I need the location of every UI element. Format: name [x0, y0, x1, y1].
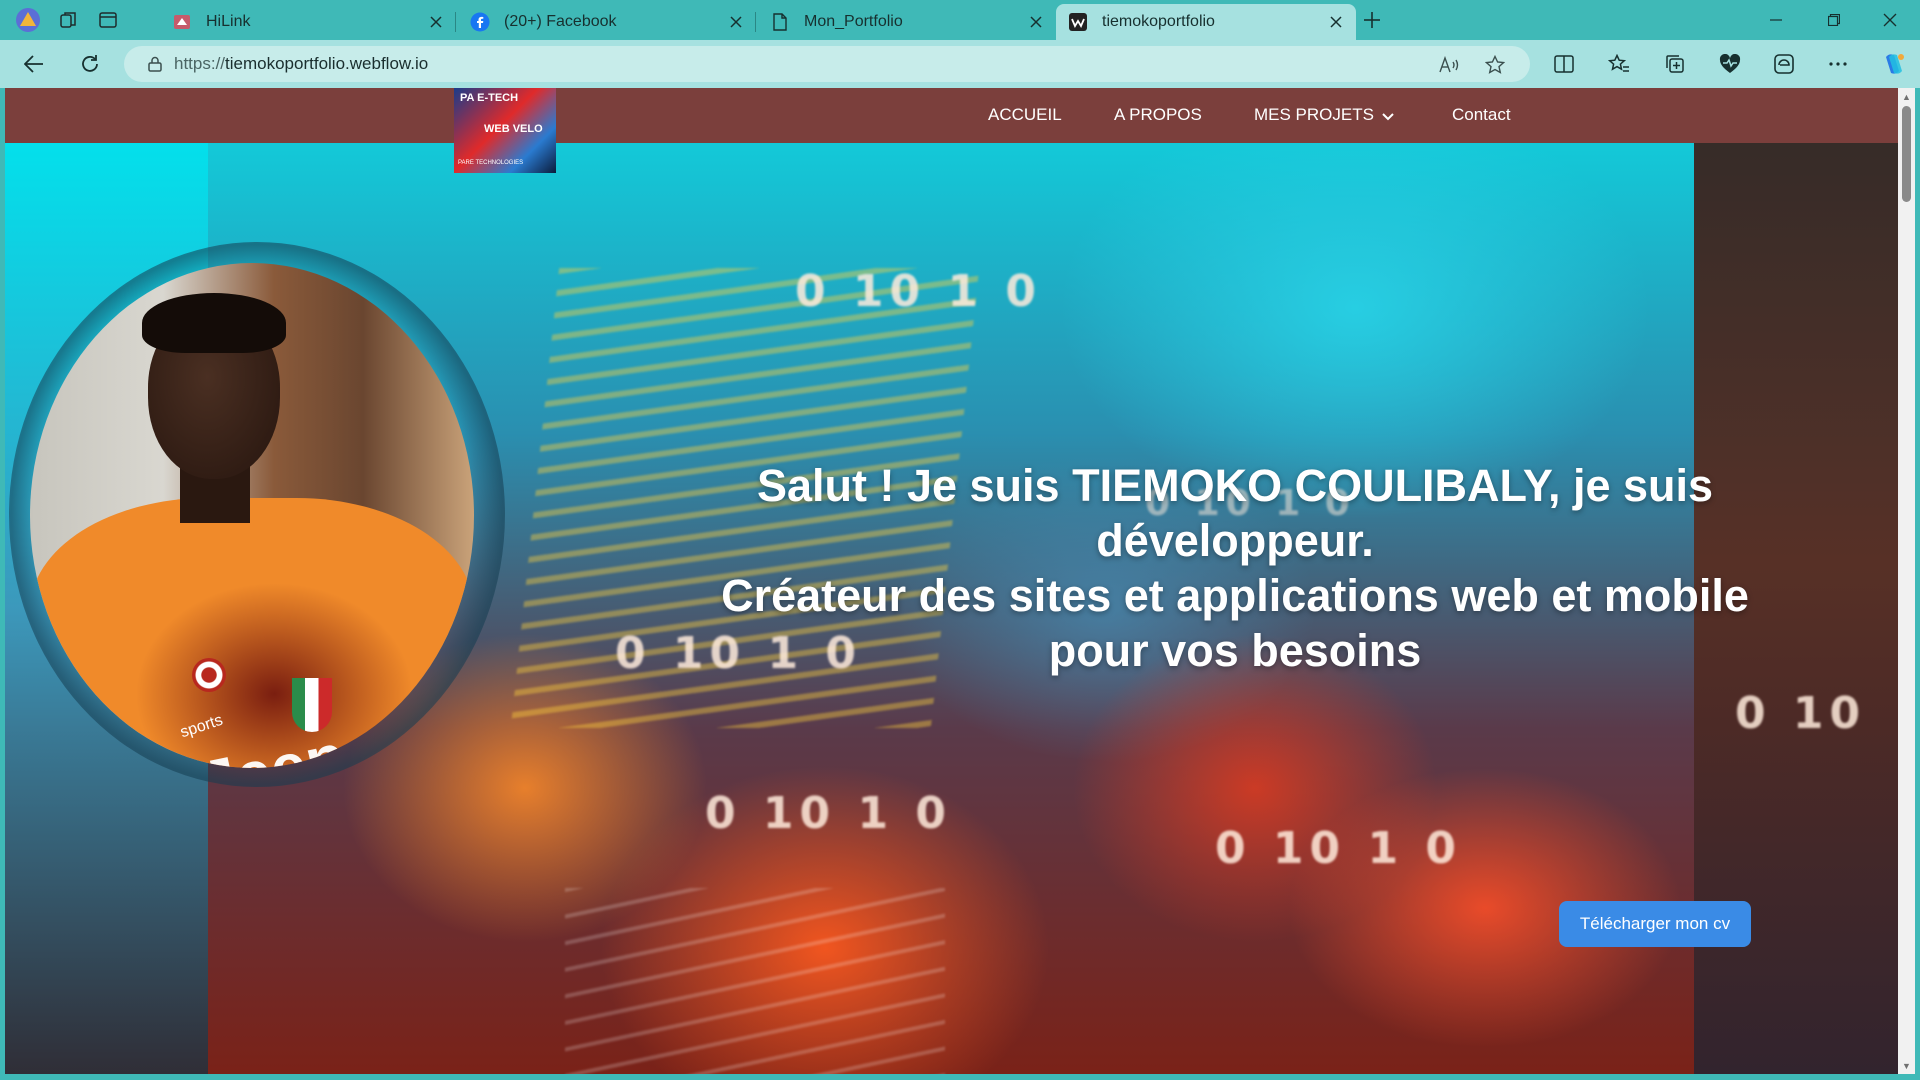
hero-headline: Salut ! Je suis TIEMOKO COULIBALY, je su… [665, 458, 1805, 678]
new-tab-button[interactable] [1356, 4, 1388, 36]
document-favicon [770, 12, 790, 32]
copilot-icon[interactable] [1878, 48, 1910, 80]
tab-hilink[interactable]: HiLink [160, 4, 456, 40]
close-tab-icon[interactable] [1026, 12, 1046, 32]
browser-essentials-icon[interactable] [1714, 48, 1746, 80]
scroll-down-arrow-icon[interactable]: ▼ [1898, 1057, 1915, 1074]
tab-title: (20+) Facebook [504, 13, 617, 30]
site-logo[interactable]: PA E-TECH WEB VELO PARE TECHNOLOGIES [454, 88, 556, 173]
more-options-icon[interactable] [1822, 48, 1854, 80]
nav-link-mes-projets-label: MES PROJETS [1254, 105, 1374, 124]
tab-facebook[interactable]: (20+) Facebook [458, 4, 756, 40]
chevron-down-icon [1382, 106, 1394, 126]
profile-avatar-icon[interactable] [8, 0, 48, 40]
close-window-button[interactable] [1862, 0, 1918, 40]
window-bottom-edge [0, 1074, 1920, 1080]
page-scrollbar[interactable]: ▲ ▼ [1898, 88, 1915, 1074]
url-text: https://tiemokoportfolio.webflow.io [174, 54, 428, 74]
background-digits: 0 10 1 0 [705, 788, 953, 839]
workspaces-icon[interactable] [48, 0, 88, 40]
refresh-button[interactable] [70, 44, 110, 84]
hero-headline-line1: Salut ! Je suis TIEMOKO COULIBALY, je su… [756, 460, 1714, 566]
edge-extension-icon[interactable] [1768, 48, 1800, 80]
photo-shirt [30, 498, 474, 768]
close-tab-icon[interactable] [726, 12, 746, 32]
logo-text: PARE TECHNOLOGIES [458, 160, 524, 166]
background-digits: 0 10 1 0 [1215, 823, 1463, 874]
vertical-tabs-icon[interactable] [88, 0, 128, 40]
hero-background-code-lines-lower [565, 888, 945, 1074]
site-navbar: ACCUEIL A PROPOS MES PROJETS Contact [5, 88, 1898, 143]
nav-link-accueil[interactable]: ACCUEIL [988, 105, 1062, 125]
facebook-favicon [470, 12, 490, 32]
url-input[interactable]: https://tiemokoportfolio.webflow.io [124, 46, 1530, 82]
collections-icon[interactable] [1659, 48, 1691, 80]
webflow-favicon [1068, 12, 1088, 32]
tab-bar: HiLink (20+) Facebook Mon_Portfolio tiem… [0, 0, 1920, 40]
nav-link-mes-projets[interactable]: MES PROJETS [1254, 105, 1394, 126]
background-digits: 0 10 [1735, 688, 1867, 739]
favorite-star-icon[interactable] [1484, 54, 1506, 76]
restore-button[interactable] [1806, 0, 1862, 40]
background-digits: 0 10 1 0 [795, 266, 1043, 317]
tab-title: Mon_Portfolio [804, 13, 903, 30]
scroll-up-arrow-icon[interactable]: ▲ [1898, 88, 1915, 105]
url-protocol: https:// [174, 54, 226, 73]
tab-tiemokoportfolio[interactable]: tiemokoportfolio [1056, 4, 1356, 40]
close-tab-icon[interactable] [426, 12, 446, 32]
nav-link-a-propos[interactable]: A PROPOS [1114, 105, 1202, 125]
logo-text: PA E-TECH [460, 92, 519, 104]
hero-headline-line2: Créateur des sites et applications web e… [721, 570, 1749, 676]
profile-photo: sports Jeep [30, 263, 474, 768]
tab-title: HiLink [206, 13, 251, 30]
photo-hair [142, 293, 286, 353]
hilink-favicon [172, 12, 192, 32]
close-tab-icon[interactable] [1326, 12, 1346, 32]
page-viewport: 0 10 1 0 0 10 1 0 0 10 1 0 0 10 1 0 0 10… [5, 88, 1898, 1074]
lock-icon[interactable] [146, 55, 164, 73]
back-button[interactable] [14, 44, 54, 84]
tab-title: tiemokoportfolio [1102, 13, 1215, 30]
url-host: tiemokoportfolio.webflow.io [225, 54, 429, 73]
nav-link-contact[interactable]: Contact [1452, 105, 1511, 125]
minimize-button[interactable] [1748, 0, 1804, 40]
address-bar-row: https://tiemokoportfolio.webflow.io [0, 40, 1920, 88]
download-cv-button[interactable]: Télécharger mon cv [1559, 901, 1751, 947]
tab-mon-portfolio[interactable]: Mon_Portfolio [758, 4, 1056, 40]
favorites-icon[interactable] [1603, 48, 1635, 80]
read-aloud-icon[interactable] [1438, 54, 1460, 76]
scrollbar-thumb[interactable] [1902, 106, 1911, 202]
logo-text: WEB VELO [484, 123, 543, 135]
jersey-badge [192, 658, 226, 692]
split-screen-icon[interactable] [1548, 48, 1580, 80]
